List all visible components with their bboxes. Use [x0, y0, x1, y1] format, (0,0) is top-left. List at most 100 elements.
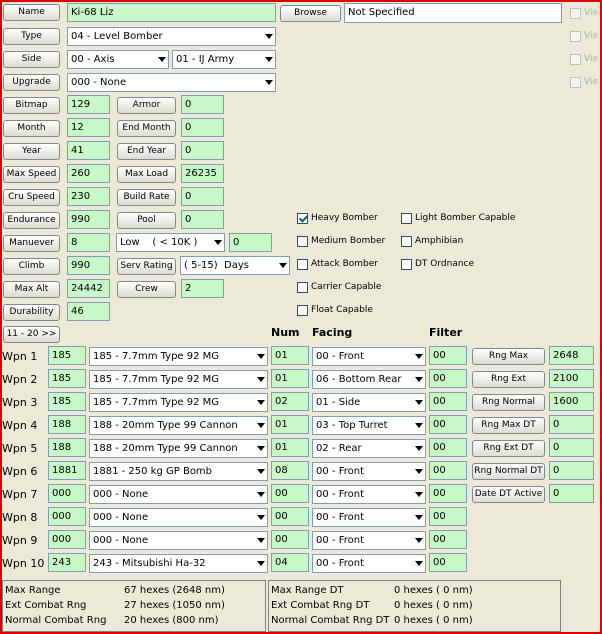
maneuver-extra-field[interactable]: 0 — [229, 233, 272, 252]
climb-field[interactable]: 990 — [67, 256, 110, 275]
attack-bomber-checkbox[interactable] — [297, 259, 308, 270]
weapon-filter-field[interactable]: 00 — [429, 369, 467, 388]
weapon-id-field[interactable]: 185 — [48, 369, 86, 388]
range-field[interactable]: 0 — [549, 415, 594, 434]
weapon-page-button[interactable]: 11 - 20 >> — [3, 326, 60, 343]
weapon-filter-field[interactable]: 00 — [429, 507, 467, 526]
bitmap-field[interactable]: 129 — [67, 95, 110, 114]
carrier-capable-checkbox[interactable] — [297, 282, 308, 293]
dt-ordnance-checkbox[interactable] — [401, 259, 412, 270]
weapon-facing-select[interactable]: 00 - Front — [312, 531, 426, 550]
weapon-id-field[interactable]: 000 — [48, 530, 86, 549]
weapon-id-field[interactable]: 1881 — [48, 461, 86, 480]
weapon-filter-field[interactable]: 00 — [429, 415, 467, 434]
weapon-num-field[interactable]: 02 — [271, 392, 309, 411]
upgrade-select[interactable]: 000 - None — [67, 73, 276, 92]
weapon-select[interactable]: 188 - 20mm Type 99 Cannon — [89, 416, 268, 435]
view-checkbox-4[interactable] — [570, 77, 581, 88]
weapon-facing-select[interactable]: 00 - Front — [312, 462, 426, 481]
weapon-select[interactable]: 188 - 20mm Type 99 Cannon — [89, 439, 268, 458]
max-load-field[interactable]: 26235 — [181, 164, 224, 183]
weapon-facing-select[interactable]: 00 - Front — [312, 347, 426, 366]
weapon-id-field[interactable]: 185 — [48, 392, 86, 411]
pool-field[interactable]: 0 — [181, 210, 224, 229]
weapon-num-field[interactable]: 08 — [271, 461, 309, 480]
weapon-filter-field[interactable]: 00 — [429, 553, 467, 572]
weapon-select[interactable]: 185 - 7.7mm Type 92 MG — [89, 370, 268, 389]
weapon-facing-select[interactable]: 00 - Front — [312, 485, 426, 504]
float-capable-checkbox[interactable] — [297, 305, 308, 316]
weapon-num-field[interactable]: 00 — [271, 507, 309, 526]
weapon-facing-select[interactable]: 03 - Top Turret — [312, 416, 426, 435]
weapon-num-field[interactable]: 01 — [271, 415, 309, 434]
weapon-id-field[interactable]: 000 — [48, 507, 86, 526]
durability-field[interactable]: 46 — [67, 302, 110, 321]
weapon-id-field[interactable]: 185 — [48, 346, 86, 365]
side-select[interactable]: 00 - Axis — [67, 50, 169, 69]
year-field[interactable]: 41 — [67, 141, 110, 160]
file-path-field[interactable]: Not Specified — [344, 3, 562, 23]
range-field[interactable]: 2648 — [549, 346, 594, 365]
end-month-field[interactable]: 0 — [181, 118, 224, 137]
range-field[interactable]: 2100 — [549, 369, 594, 388]
weapon-select[interactable]: 185 - 7.7mm Type 92 MG — [89, 393, 268, 412]
weapon-filter-field[interactable]: 00 — [429, 530, 467, 549]
armor-field[interactable]: 0 — [181, 95, 224, 114]
weapon-facing-select[interactable]: 00 - Front — [312, 554, 426, 573]
weapon-id-field[interactable]: 000 — [48, 484, 86, 503]
weapon-select[interactable]: 000 - None — [89, 508, 268, 527]
weapon-facing-select[interactable]: 00 - Front — [312, 508, 426, 527]
month-field[interactable]: 12 — [67, 118, 110, 137]
manuever-field[interactable]: 8 — [67, 233, 110, 252]
weapon-select[interactable]: 185 - 7.7mm Type 92 MG — [89, 347, 268, 366]
range-field[interactable]: 1600 — [549, 392, 594, 411]
name-field[interactable]: Ki-68 Liz — [67, 3, 276, 22]
medium-bomber-checkbox[interactable] — [297, 236, 308, 247]
max-alt-field[interactable]: 24442 — [67, 279, 110, 298]
weapon-select[interactable]: 1881 - 250 kg GP Bomb — [89, 462, 268, 481]
weapon-filter-field[interactable]: 00 — [429, 392, 467, 411]
chevron-down-icon — [257, 354, 265, 359]
weapon-num-field[interactable]: 00 — [271, 484, 309, 503]
view-checkbox-1[interactable] — [570, 8, 581, 19]
weapon-id-field[interactable]: 188 — [48, 438, 86, 457]
weapon-select[interactable]: 000 - None — [89, 531, 268, 550]
build-rate-field[interactable]: 0 — [181, 187, 224, 206]
weapon-num-field[interactable]: 01 — [271, 346, 309, 365]
end-year-field[interactable]: 0 — [181, 141, 224, 160]
max-speed-field[interactable]: 260 — [67, 164, 110, 183]
weapon-filter-field[interactable]: 00 — [429, 484, 467, 503]
view-checkbox-3[interactable] — [570, 54, 581, 65]
range-field[interactable]: 0 — [549, 484, 594, 503]
weapon-filter-field[interactable]: 00 — [429, 438, 467, 457]
weapon-facing-select[interactable]: 01 - Side — [312, 393, 426, 412]
medium-bomber-label: Medium Bomber — [311, 236, 386, 246]
army-select[interactable]: 01 - IJ Army — [172, 50, 276, 69]
weapon-num-field[interactable]: 04 — [271, 553, 309, 572]
weapon-facing-select[interactable]: 02 - Rear — [312, 439, 426, 458]
weapon-filter-field[interactable]: 00 — [429, 346, 467, 365]
weapon-filter-field[interactable]: 00 — [429, 461, 467, 480]
weapon-select[interactable]: 243 - Mitsubishi Ha-32 — [89, 554, 268, 573]
endurance-field[interactable]: 990 — [67, 210, 110, 229]
view-checkbox-2[interactable] — [570, 31, 581, 42]
weapon-facing-select[interactable]: 06 - Bottom Rear — [312, 370, 426, 389]
weapon-num-field[interactable]: 01 — [271, 438, 309, 457]
browse-button[interactable]: Browse — [280, 5, 341, 22]
weapon-num-field[interactable]: 00 — [271, 530, 309, 549]
cru-speed-field[interactable]: 230 — [67, 187, 110, 206]
amphibian-checkbox[interactable] — [401, 236, 412, 247]
weapon-id-field[interactable]: 243 — [48, 553, 86, 572]
crew-field[interactable]: 2 — [181, 279, 224, 298]
type-select[interactable]: 04 - Level Bomber — [67, 27, 276, 46]
range-field[interactable]: 0 — [549, 461, 594, 480]
range-field[interactable]: 0 — [549, 438, 594, 457]
weapon-select[interactable]: 000 - None — [89, 485, 268, 504]
serv-rating-select[interactable]: ( 5-15) Days — [180, 256, 290, 275]
light-bomber-capable-checkbox[interactable] — [401, 213, 412, 224]
weapon-num-field[interactable]: 01 — [271, 369, 309, 388]
heavy-bomber-checkbox[interactable] — [297, 213, 308, 224]
weapon-label: Wpn 5 — [2, 442, 38, 455]
maneuver-altitude-select[interactable]: Low ( < 10K ) — [116, 233, 225, 252]
weapon-id-field[interactable]: 188 — [48, 415, 86, 434]
